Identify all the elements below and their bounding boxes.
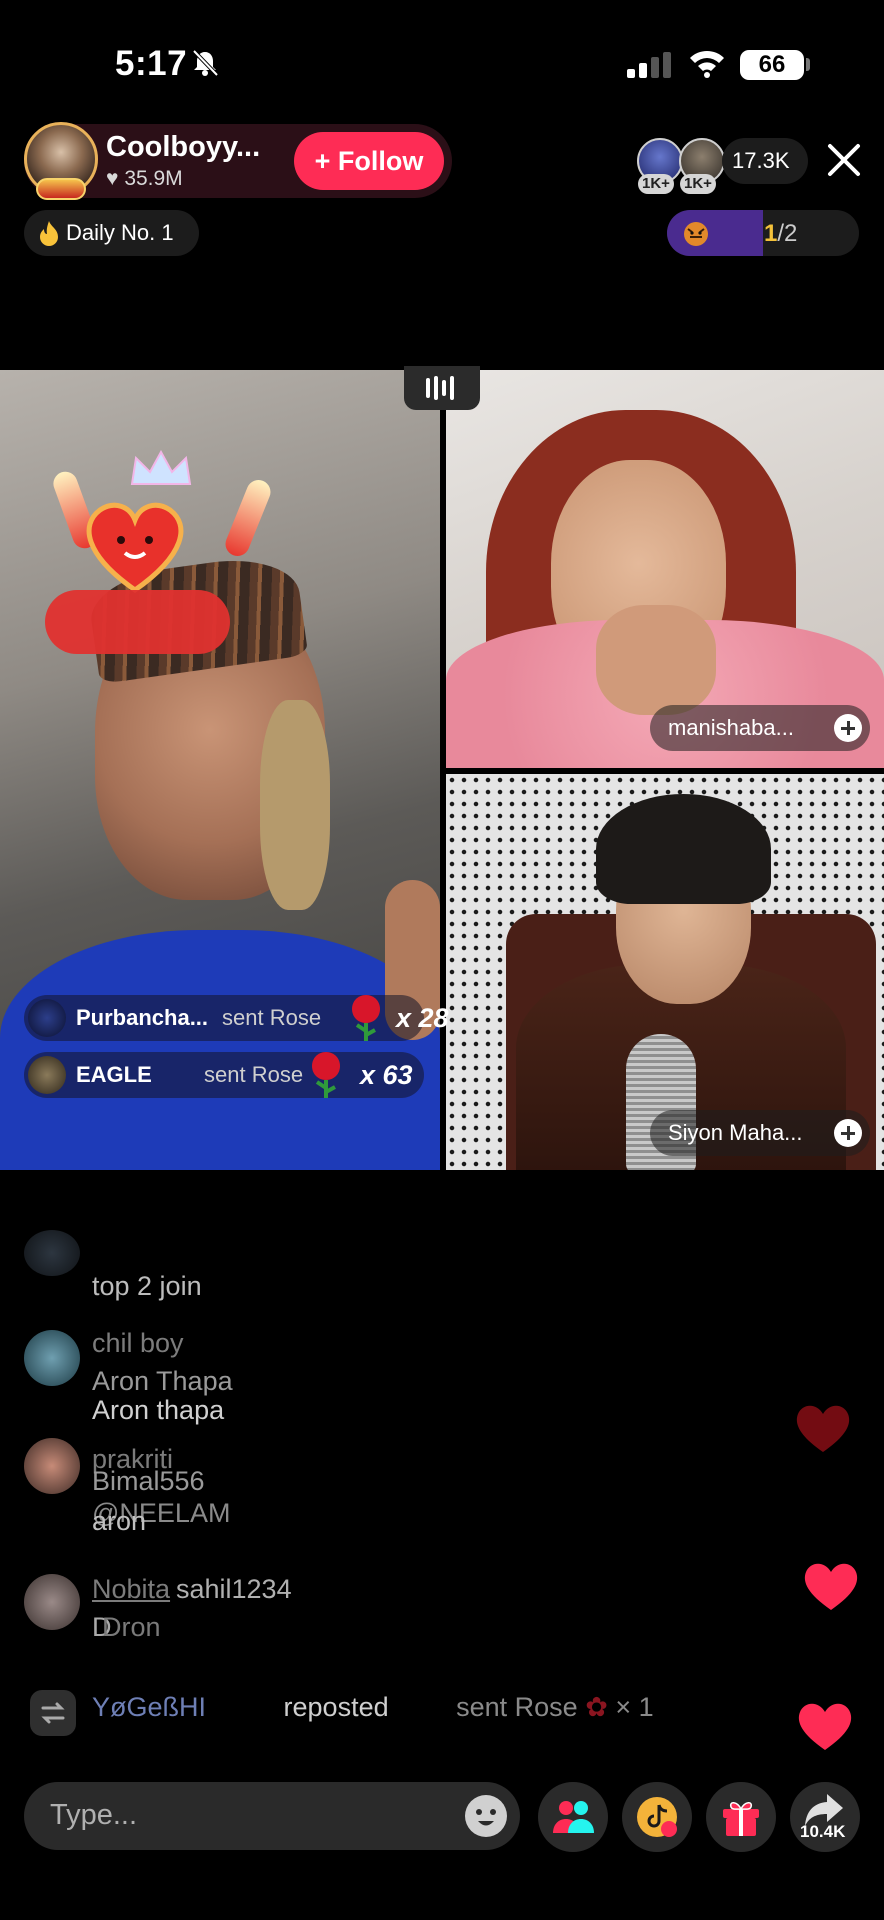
comment-text: aron bbox=[92, 1506, 147, 1536]
gift-count: x 28 bbox=[396, 1003, 449, 1033]
host-likes: ♥ 35.9M bbox=[106, 167, 183, 191]
comment-text: Dron bbox=[102, 1612, 161, 1642]
repost-gift-count: × 1 bbox=[615, 1692, 654, 1722]
commenter-avatar[interactable] bbox=[24, 1574, 80, 1630]
commenter-name[interactable]: Aron Thapa bbox=[92, 1366, 233, 1397]
tiger-icon bbox=[684, 222, 708, 246]
ranking-total: /2 bbox=[777, 220, 798, 247]
battery-level: 66 bbox=[740, 50, 804, 80]
ranking-current: 1 bbox=[764, 220, 778, 247]
comment-placeholder[interactable]: Type... bbox=[50, 1799, 137, 1832]
flame-icon bbox=[40, 221, 58, 246]
wifi-icon bbox=[690, 50, 724, 78]
signal-icon bbox=[627, 52, 671, 78]
follow-button[interactable]: + Follow bbox=[294, 132, 444, 190]
host-likes-count: 35.9M bbox=[124, 167, 183, 190]
rose-icon bbox=[352, 995, 380, 1041]
repost-gift-action: sent Rose bbox=[456, 1692, 578, 1722]
guest-name: manishaba... bbox=[668, 715, 794, 740]
comment-text: sahil1234 bbox=[176, 1574, 292, 1604]
battery-tip bbox=[806, 58, 810, 71]
commenter-avatar[interactable] bbox=[24, 1230, 80, 1276]
host-level-badge bbox=[36, 178, 86, 200]
status-bar: 5:17 66 bbox=[0, 0, 884, 120]
floating-heart-icon bbox=[804, 1563, 858, 1610]
guest-hair bbox=[596, 794, 771, 904]
commenter-avatar[interactable] bbox=[24, 1438, 80, 1494]
viewer-count[interactable]: 17.3K bbox=[722, 138, 808, 184]
guest-name-chip[interactable]: manishaba... bbox=[650, 705, 870, 751]
commenter-name[interactable]: Bimal556 bbox=[92, 1466, 205, 1497]
daily-rank-label[interactable]: Daily No. 1 bbox=[66, 220, 174, 246]
close-icon[interactable] bbox=[826, 142, 862, 178]
status-time: 5:17 bbox=[115, 44, 188, 83]
heart-mascot-icon bbox=[86, 502, 184, 594]
host-video[interactable] bbox=[0, 370, 440, 1170]
guest-name-chip[interactable]: Siyon Maha... bbox=[650, 1110, 870, 1156]
emoji-icon[interactable] bbox=[464, 1794, 508, 1838]
host-hair bbox=[260, 700, 330, 910]
ranking-label: 1/2 bbox=[764, 220, 797, 248]
comment-text: Aron thapa bbox=[92, 1395, 225, 1425]
floating-heart-icon bbox=[798, 1703, 852, 1750]
add-guest-icon[interactable] bbox=[834, 714, 862, 742]
gift-button[interactable] bbox=[706, 1782, 776, 1852]
gifter-avatar[interactable] bbox=[28, 999, 66, 1037]
share-count: 10.4K bbox=[800, 1822, 846, 1841]
gifter-name[interactable]: Purbancha... bbox=[76, 995, 208, 1041]
lightstick-right bbox=[221, 476, 275, 560]
heart-icon: ♥ bbox=[106, 167, 119, 190]
multi-guest-button[interactable] bbox=[538, 1782, 608, 1852]
host-name[interactable]: Coolboyy... bbox=[106, 131, 260, 164]
tiktok-coupon-icon bbox=[637, 1797, 677, 1837]
commenter-name[interactable]: chil boy bbox=[92, 1328, 184, 1359]
gifter-name[interactable]: EAGLE bbox=[76, 1052, 152, 1098]
repost-action: reposted bbox=[283, 1692, 389, 1722]
commenter-avatar[interactable] bbox=[24, 1330, 80, 1386]
multi-guest-grid bbox=[0, 370, 884, 1170]
floating-heart-icon bbox=[796, 1405, 850, 1452]
comment-text: top 2 join bbox=[92, 1271, 202, 1301]
guest-hand bbox=[596, 605, 716, 715]
gift-icon bbox=[723, 1802, 759, 1836]
rose-icon bbox=[312, 1052, 340, 1098]
promo-button[interactable] bbox=[622, 1782, 692, 1852]
host-shirt bbox=[0, 930, 440, 1170]
repost-icon bbox=[30, 1690, 76, 1736]
users-icon bbox=[553, 1801, 594, 1833]
gifter-avatar[interactable] bbox=[28, 1056, 66, 1094]
guest-name: Siyon Maha... bbox=[668, 1120, 803, 1145]
viewer-gift-badge: 1K+ bbox=[680, 174, 716, 194]
commenter-name[interactable]: Nobita bbox=[92, 1574, 170, 1605]
add-guest-icon[interactable] bbox=[834, 1119, 862, 1147]
gift-notification: EAGLE sent Rose x 63 bbox=[24, 1052, 424, 1098]
crown-icon bbox=[130, 450, 192, 485]
gift-action: sent Rose bbox=[204, 1062, 304, 1087]
gift-notification: Purbancha... sent Rose x 28 bbox=[24, 995, 449, 1041]
layout-toggle-button[interactable] bbox=[404, 366, 480, 410]
rose-icon: ✿ bbox=[585, 1692, 608, 1722]
gift-count: x 63 bbox=[360, 1060, 413, 1090]
gift-action: sent Rose bbox=[222, 1005, 322, 1030]
repost-user[interactable]: YøGeßHI bbox=[92, 1692, 206, 1722]
bell-off-icon bbox=[192, 49, 219, 77]
viewer-gift-badge: 1K+ bbox=[638, 174, 674, 194]
repost-event: YøGeßHI reposted sent Rose ✿ × 1 bbox=[92, 1692, 654, 1723]
cloud-sticker bbox=[45, 590, 230, 654]
